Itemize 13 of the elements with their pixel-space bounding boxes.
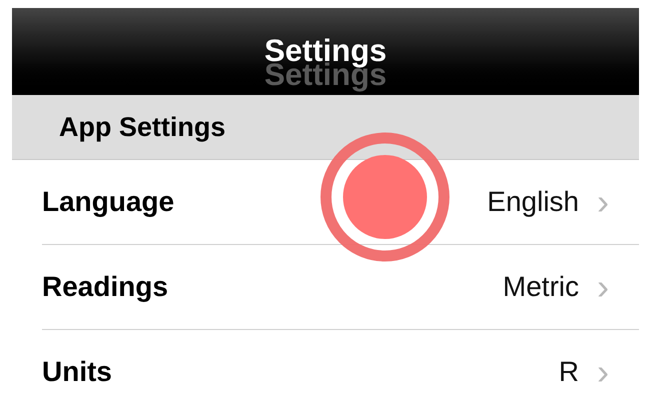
chevron-icon: › bbox=[597, 184, 609, 220]
row-value: Metric bbox=[502, 270, 579, 304]
touch-indicator-icon bbox=[319, 131, 451, 263]
row-label: Readings bbox=[42, 270, 168, 304]
row-value: English bbox=[487, 185, 579, 219]
settings-row[interactable]: Readings Metric › bbox=[42, 245, 639, 330]
section-title: App Settings bbox=[59, 110, 226, 144]
row-label: Language bbox=[42, 185, 174, 219]
settings-row[interactable]: Units R › bbox=[42, 330, 639, 386]
chevron-icon: › bbox=[597, 269, 609, 305]
row-value: R bbox=[558, 355, 579, 386]
chevron-icon: › bbox=[597, 354, 609, 386]
row-label: Units bbox=[42, 355, 112, 386]
